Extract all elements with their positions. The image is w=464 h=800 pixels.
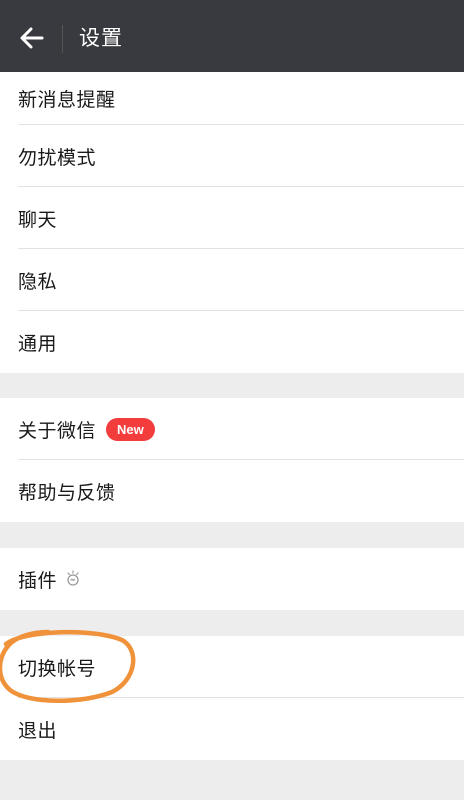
- menu-item-label: 勿扰模式: [18, 146, 97, 169]
- back-arrow-icon: [20, 27, 44, 49]
- menu-item-plugins[interactable]: 插件: [0, 548, 464, 610]
- settings-group-account: 切换帐号 退出: [0, 636, 464, 760]
- menu-item-label: 切换帐号: [18, 657, 97, 680]
- menu-item-switch-account[interactable]: 切换帐号: [0, 636, 464, 698]
- plugin-bulb-icon: [65, 570, 81, 588]
- page-title: 设置: [79, 26, 123, 50]
- menu-item-do-not-disturb[interactable]: 勿扰模式: [0, 125, 464, 187]
- menu-item-label: 通用: [18, 332, 58, 355]
- top-bar: 设置: [0, 0, 464, 72]
- menu-item-label: 退出: [18, 719, 58, 742]
- menu-item-chat[interactable]: 聊天: [0, 187, 464, 249]
- menu-item-new-message-notification[interactable]: 新消息提醒: [0, 72, 464, 125]
- menu-item-label: 关于微信: [18, 419, 97, 442]
- menu-item-label: 隐私: [18, 270, 58, 293]
- menu-item-general[interactable]: 通用: [0, 311, 464, 373]
- settings-group-general: 新消息提醒 勿扰模式 聊天 隐私 通用: [0, 72, 464, 373]
- menu-item-help-feedback[interactable]: 帮助与反馈: [0, 460, 464, 522]
- settings-group-plugins: 插件: [0, 548, 464, 610]
- menu-item-label: 帮助与反馈: [18, 481, 116, 504]
- menu-item-about-wechat[interactable]: 关于微信 New: [0, 398, 464, 460]
- menu-item-logout[interactable]: 退出: [0, 698, 464, 760]
- new-badge: New: [106, 417, 155, 441]
- settings-group-about: 关于微信 New 帮助与反馈: [0, 398, 464, 522]
- header-divider: [62, 25, 63, 53]
- back-button[interactable]: [14, 20, 50, 56]
- menu-item-label: 聊天: [18, 208, 58, 231]
- menu-item-label: 新消息提醒: [18, 89, 116, 111]
- menu-item-privacy[interactable]: 隐私: [0, 249, 464, 311]
- menu-item-label: 插件: [18, 569, 58, 592]
